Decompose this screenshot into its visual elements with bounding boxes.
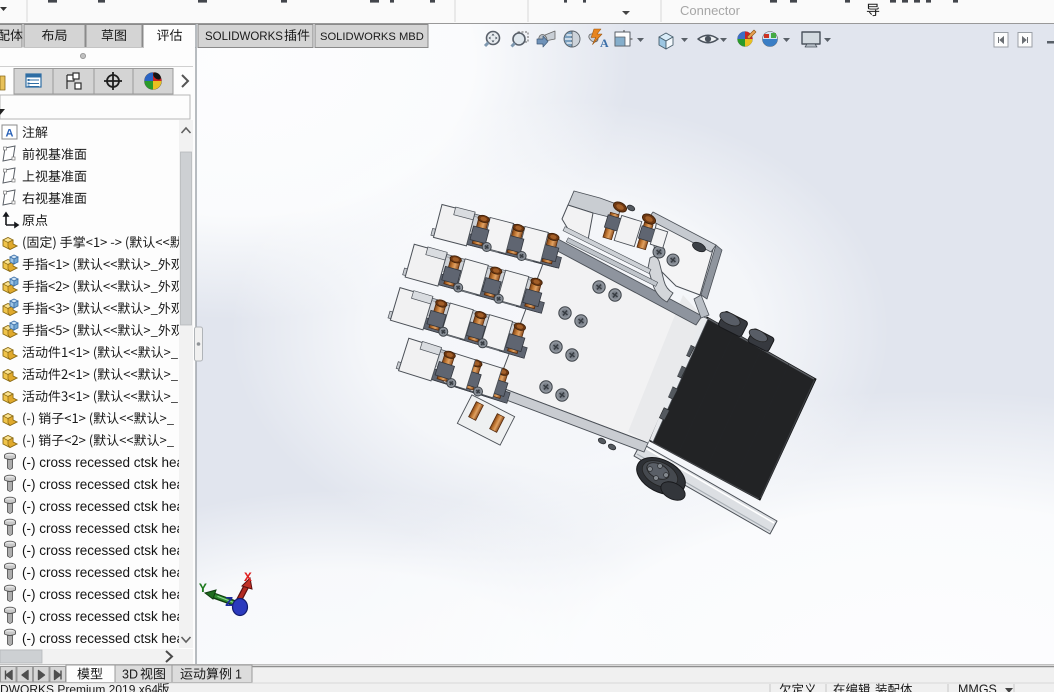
svg-text:(-) cross recessed ctsk hea: (-) cross recessed ctsk hea (22, 543, 185, 558)
svg-text:(-) cross recessed ctsk hea: (-) cross recessed ctsk hea (22, 521, 185, 536)
svg-text:DWORKS Premium 2019 x64: DWORKS Premium 2019 x64 (0, 683, 158, 692)
svg-text:3D: 3D (122, 668, 138, 682)
svg-text:(-) cross recessed ctsk hea: (-) cross recessed ctsk hea (22, 631, 185, 646)
svg-text:X: X (244, 570, 252, 585)
svg-text:A: A (6, 128, 14, 140)
svg-text:SOLIDWORKS MBD: SOLIDWORKS MBD (320, 31, 424, 43)
svg-text:SOLIDWORKS: SOLIDWORKS (205, 31, 283, 43)
svg-text:(-) cross recessed ctsk hea: (-) cross recessed ctsk hea (22, 565, 185, 580)
svg-text:(-) cross recessed ctsk hea: (-) cross recessed ctsk hea (22, 587, 185, 602)
svg-text:(-) cross recessed ctsk hea: (-) cross recessed ctsk hea (22, 499, 185, 514)
svg-text:(-) cross recessed ctsk hea: (-) cross recessed ctsk hea (22, 477, 185, 492)
svg-text:Connector: Connector (680, 3, 741, 18)
svg-text:Y: Y (199, 581, 207, 596)
svg-text:1: 1 (235, 668, 242, 682)
svg-text:MMGS: MMGS (958, 683, 997, 692)
svg-text:(-) cross recessed ctsk hea: (-) cross recessed ctsk hea (22, 455, 185, 470)
svg-text:A: A (600, 36, 609, 50)
svg-text:(-) cross recessed ctsk hea: (-) cross recessed ctsk hea (22, 609, 185, 624)
svg-text:Z: Z (225, 595, 233, 611)
